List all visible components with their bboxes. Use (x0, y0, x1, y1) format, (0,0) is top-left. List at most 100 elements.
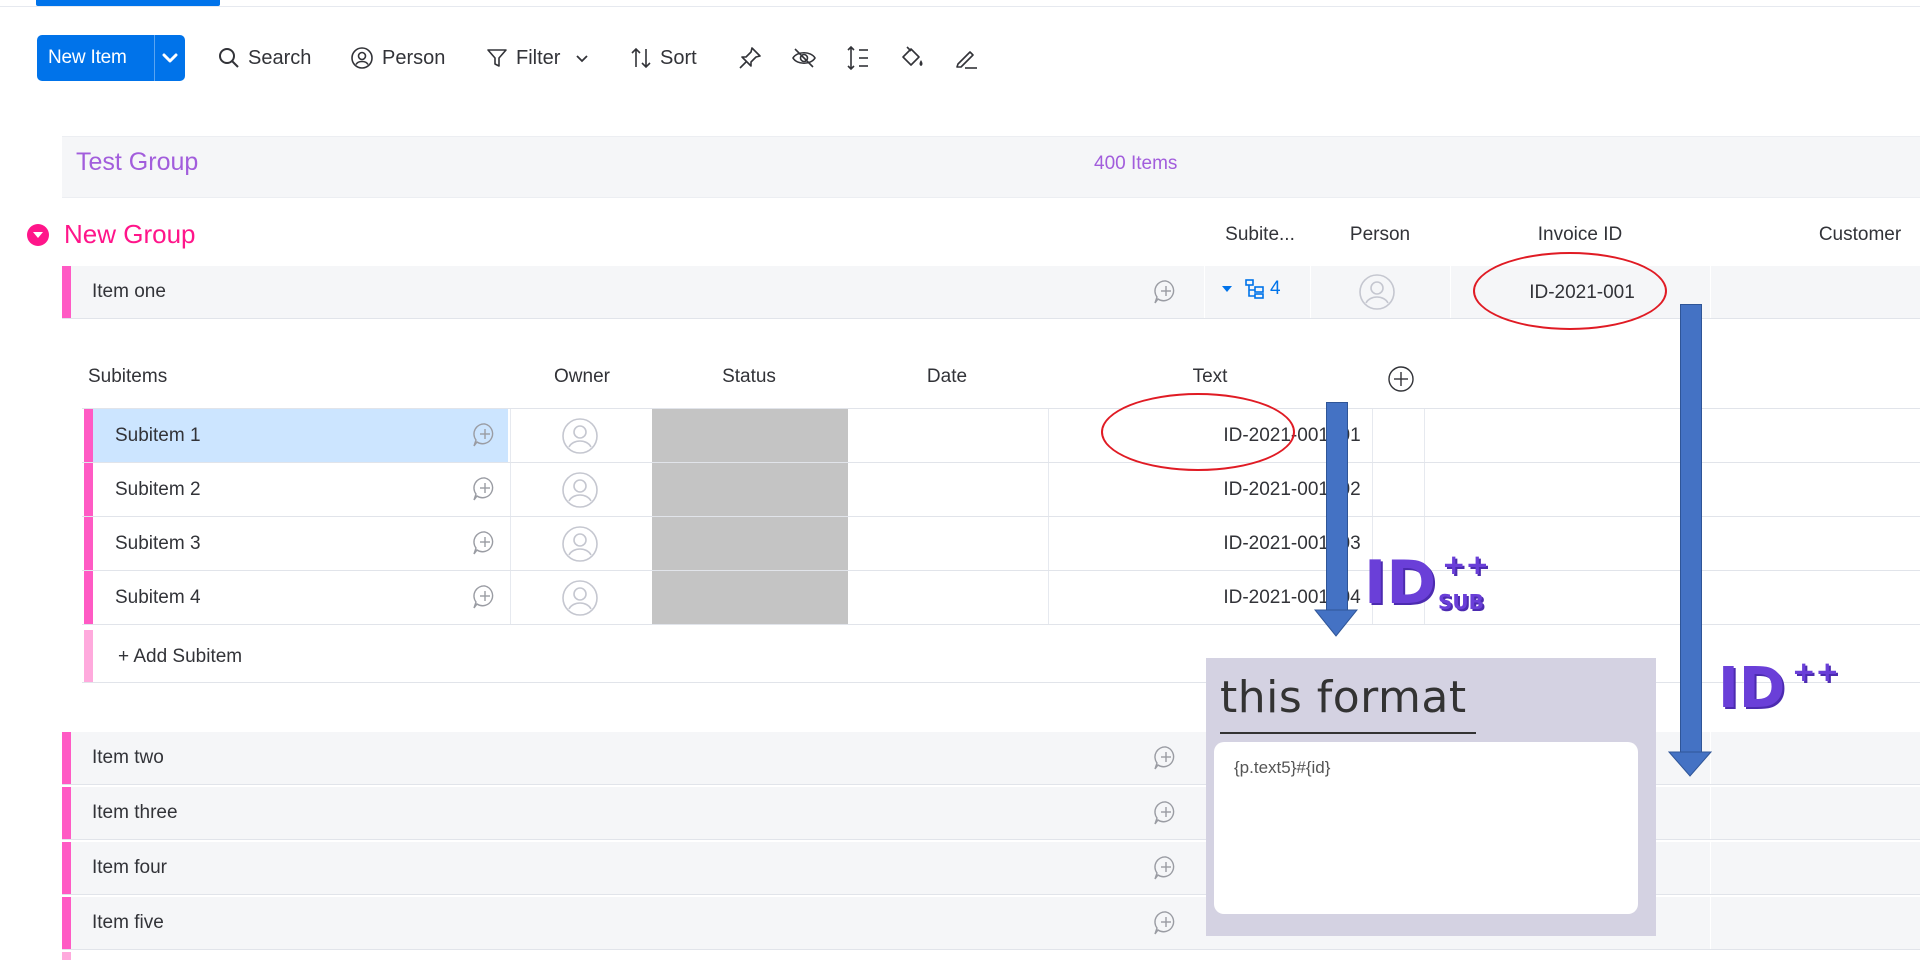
subitem-name-cell[interactable]: Subitem 1 (93, 409, 508, 462)
id-plus-sup: ++ (1792, 655, 1839, 688)
add-update-button[interactable] (1152, 909, 1180, 937)
item-name[interactable]: Item one (92, 281, 166, 303)
cell-divider (1048, 463, 1049, 516)
item-color-stripe (62, 842, 71, 894)
add-update-button[interactable] (1152, 799, 1180, 827)
subitem-name-cell[interactable]: Subitem 4 (93, 571, 508, 624)
sort-button[interactable]: Sort (630, 40, 697, 76)
cell-divider (1450, 266, 1451, 318)
subitems-cell[interactable]: 4 (1220, 278, 1281, 300)
cell-divider (1048, 409, 1049, 462)
add-update-icon (1154, 280, 1175, 304)
column-header-invoice-id[interactable]: Invoice ID (1480, 224, 1680, 246)
group-collapse-toggle[interactable] (27, 224, 49, 246)
add-column-button[interactable] (1387, 365, 1415, 393)
format-title: this format (1220, 672, 1467, 723)
new-item-dropdown-button[interactable] (155, 52, 185, 64)
cell-divider (510, 409, 511, 462)
item-name[interactable]: Item four (92, 857, 167, 879)
subitems-header-name[interactable]: Subitems (88, 366, 167, 388)
add-update-button[interactable] (1152, 278, 1180, 306)
new-item-label: New Item (48, 47, 127, 68)
person-filter-button[interactable]: Person (350, 40, 445, 76)
subitem-name[interactable]: Subitem 3 (115, 533, 201, 555)
column-header-customer[interactable]: Customer (1780, 224, 1920, 246)
subitem-name-cell[interactable]: Subitem 3 (93, 517, 508, 570)
format-value[interactable]: {p.text5}#{id} (1234, 758, 1330, 778)
search-button[interactable]: Search (218, 40, 311, 76)
person-icon (562, 472, 598, 508)
format-input-box[interactable]: {p.text5}#{id} (1214, 742, 1638, 914)
add-update-button[interactable] (1152, 854, 1180, 882)
subitem-row[interactable]: Subitem 4 ID-2021-001#04 (82, 571, 1920, 625)
add-update-button[interactable] (471, 421, 499, 449)
add-update-icon (1154, 856, 1175, 880)
subitem-row[interactable]: Subitem 3 ID-2021-001#03 (82, 517, 1920, 571)
column-header-subitems[interactable]: Subite... (1210, 224, 1310, 246)
group-item-count: 400 Items (1094, 153, 1178, 174)
owner-avatar-empty[interactable] (561, 417, 599, 455)
new-item-button[interactable]: New Item (37, 35, 185, 81)
chevron-down-icon (576, 55, 589, 63)
add-update-button[interactable] (471, 529, 499, 557)
owner-avatar-empty[interactable] (561, 579, 599, 617)
subitem-row[interactable]: Subitem 1 ID-2021-001#01 (82, 409, 1920, 463)
formatting-button[interactable] (948, 40, 984, 76)
subitem-name-cell[interactable]: Subitem 2 (93, 463, 508, 516)
row-height-icon (847, 45, 868, 71)
group-title[interactable]: Test Group (76, 148, 198, 177)
chevron-down-icon (33, 232, 43, 238)
eye-off-icon (792, 48, 816, 68)
subitem-color-stripe (84, 409, 93, 462)
item-name[interactable]: Item five (92, 912, 164, 934)
text-cell[interactable]: ID-2021-001#02 (1142, 479, 1442, 501)
add-update-icon (473, 423, 494, 447)
status-cell[interactable] (652, 517, 848, 570)
search-label: Search (248, 46, 312, 69)
highlight-oval-invoice-id (1473, 252, 1667, 330)
item-name[interactable]: Item two (92, 747, 164, 769)
hide-columns-button[interactable] (786, 40, 822, 76)
subitem-color-stripe (84, 630, 93, 682)
cell-divider (510, 463, 511, 516)
status-cell[interactable] (652, 463, 848, 516)
add-update-icon (473, 477, 494, 501)
owner-avatar-empty[interactable] (561, 525, 599, 563)
status-cell[interactable] (652, 409, 848, 462)
owner-avatar-empty[interactable] (561, 471, 599, 509)
cell-divider (1424, 463, 1425, 516)
add-subitem-button[interactable]: + Add Subitem (118, 646, 242, 668)
arrow-invoice-id (1680, 304, 1702, 754)
top-divider (0, 6, 1920, 7)
row-height-button[interactable] (840, 40, 876, 76)
group-title[interactable]: New Group (64, 219, 196, 250)
subitems-header-status[interactable]: Status (668, 366, 830, 388)
search-icon (219, 48, 239, 68)
subitems-header-text[interactable]: Text (1110, 366, 1310, 388)
pin-button[interactable] (732, 40, 768, 76)
subitem-row[interactable]: Subitem 2 ID-2021-001#02 (82, 463, 1920, 517)
person-avatar-empty[interactable] (1358, 273, 1396, 311)
filter-button[interactable]: Filter (486, 40, 590, 76)
subitems-header-date[interactable]: Date (870, 366, 1024, 388)
sort-icon (631, 47, 651, 69)
id-plus-sub-main: ID (1364, 548, 1437, 618)
subitem-color-stripe (84, 517, 93, 570)
subitem-name[interactable]: Subitem 2 (115, 479, 201, 501)
subitem-name[interactable]: Subitem 4 (115, 587, 201, 609)
group-header-test-group[interactable] (62, 136, 1920, 198)
status-cell[interactable] (652, 571, 848, 624)
cell-divider (1424, 409, 1425, 462)
subitems-header-owner[interactable]: Owner (534, 366, 630, 388)
add-update-icon (1154, 911, 1175, 935)
column-header-person[interactable]: Person (1320, 224, 1440, 246)
id-plus-sub-label: ID ++ SUB (1364, 548, 1494, 620)
color-button[interactable] (894, 40, 930, 76)
add-update-button[interactable] (1152, 744, 1180, 772)
add-update-button[interactable] (471, 475, 499, 503)
item-name[interactable]: Item three (92, 802, 178, 824)
cell-divider (1310, 266, 1311, 318)
format-callout-panel: this format {p.text5}#{id} (1206, 658, 1656, 936)
add-update-button[interactable] (471, 583, 499, 611)
subitem-name[interactable]: Subitem 1 (115, 425, 201, 447)
